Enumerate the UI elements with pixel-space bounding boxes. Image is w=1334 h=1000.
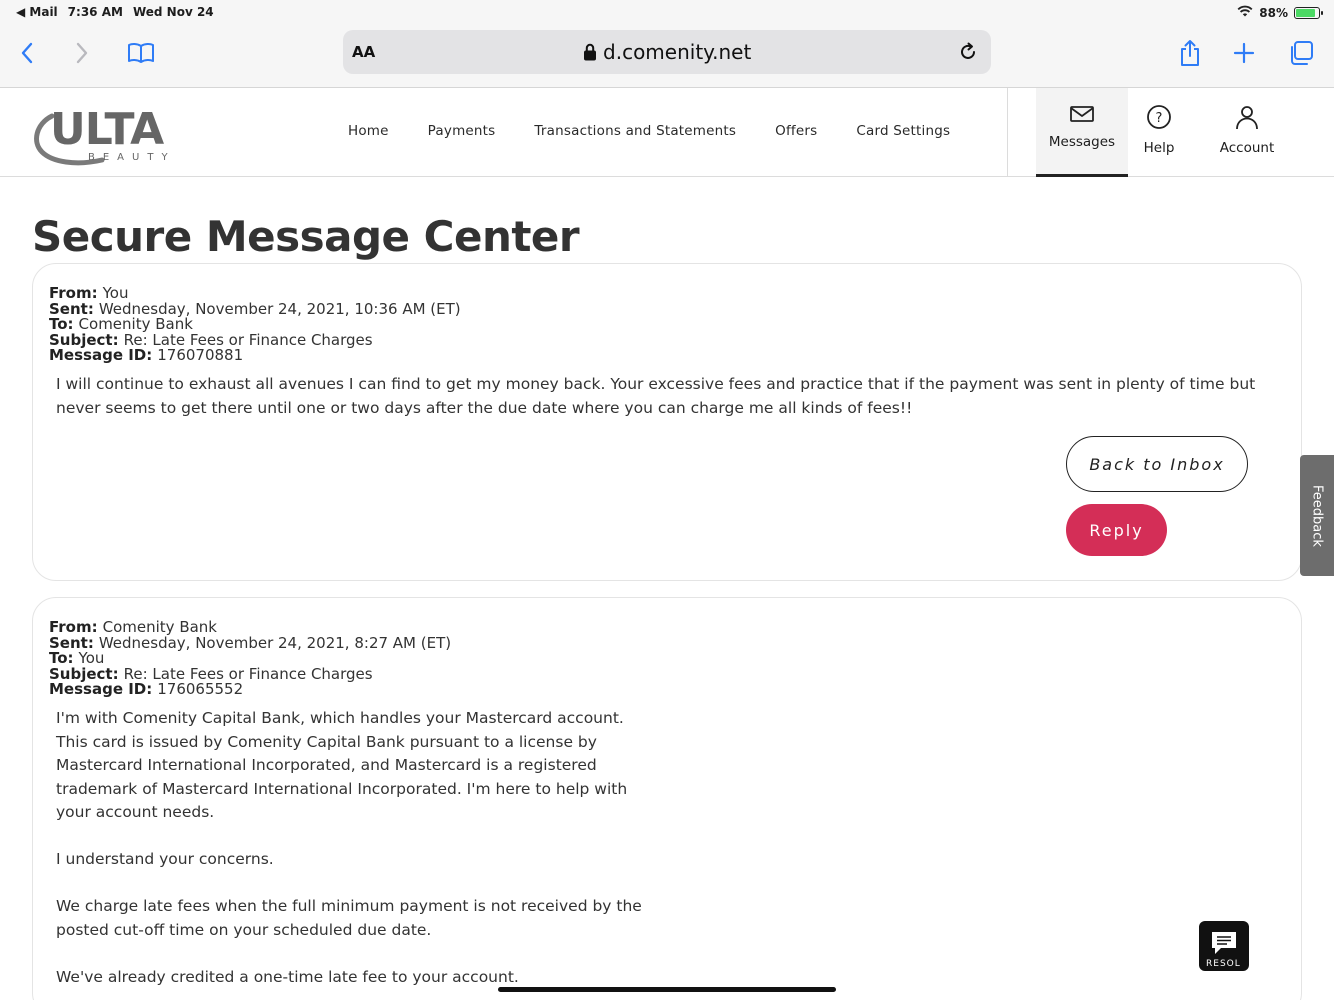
messages-label: Messages	[1048, 134, 1116, 150]
nav-transactions-statements[interactable]: Transactions and Statements	[534, 123, 736, 139]
message-id-label: Message ID:	[49, 680, 153, 699]
feedback-label: Feedback	[1309, 484, 1325, 547]
message-card: From: You Sent: Wednesday, November 24, 20…	[32, 263, 1302, 581]
chat-widget-label: RESOL	[1206, 959, 1241, 969]
nav-card-settings[interactable]: Card Settings	[856, 123, 950, 139]
main-navigation: Home Payments Transactions and Statement…	[348, 123, 989, 139]
chat-widget-button[interactable]: RESOL	[1199, 921, 1249, 971]
message-card: From: Comenity Bank Sent: Wednesday, Novem…	[32, 597, 1302, 1000]
nav-account[interactable]: Account	[1190, 88, 1304, 177]
status-right: 88%	[1237, 5, 1323, 20]
site-header: ULTA BEAUTY Home Payments Transactions a…	[0, 88, 1334, 177]
back-to-inbox-button[interactable]: Back to Inbox	[1066, 436, 1248, 492]
chat-bubble-icon	[1209, 930, 1239, 960]
status-time: 7:36 AM	[67, 5, 123, 19]
ulta-logo[interactable]: ULTA BEAUTY	[30, 98, 180, 172]
lock-icon	[583, 40, 603, 64]
message-id: 176065552	[157, 680, 244, 699]
feedback-tab[interactable]: Feedback	[1300, 455, 1334, 576]
utility-navigation: Messages ? Help Account	[1036, 88, 1304, 177]
nav-payments[interactable]: Payments	[428, 123, 496, 139]
reply-button[interactable]: Reply	[1066, 504, 1167, 556]
bookmarks-icon[interactable]	[126, 38, 156, 68]
account-label: Account	[1219, 140, 1275, 156]
nav-offers[interactable]: Offers	[775, 123, 817, 139]
svg-text:?: ?	[1156, 111, 1163, 126]
back-to-app-link[interactable]: ◀ Mail	[16, 5, 58, 19]
status-left: ◀ Mail 7:36 AM Wed Nov 24	[16, 5, 214, 19]
nav-help[interactable]: ? Help	[1128, 88, 1190, 177]
envelope-icon	[1069, 104, 1095, 128]
message-paragraph: I understand your concerns.	[56, 850, 274, 868]
message-body: I will continue to exhaust all avenues I…	[56, 375, 1256, 417]
nav-messages[interactable]: Messages	[1036, 88, 1128, 177]
message-id: 176070881	[157, 346, 244, 365]
back-arrow-icon[interactable]	[12, 38, 42, 68]
message-body: I'm with Comenity Capital Bank, which ha…	[56, 707, 656, 1000]
url-text: d.comenity.net	[603, 40, 752, 64]
header-divider	[1007, 88, 1008, 177]
logo-subtext: BEAUTY	[88, 152, 176, 163]
home-indicator[interactable]	[498, 987, 836, 992]
tabs-overview-icon[interactable]	[1286, 38, 1316, 68]
battery-percent: 88%	[1259, 5, 1288, 20]
browser-toolbar: AA d.comenity.net	[0, 24, 1334, 88]
message-meta: From: Comenity Bank Sent: Wednesday, Novem…	[49, 619, 452, 699]
user-icon	[1234, 104, 1260, 134]
new-tab-icon[interactable]	[1229, 38, 1259, 68]
help-icon: ?	[1146, 104, 1172, 134]
message-id-label: Message ID:	[49, 346, 153, 365]
wifi-icon	[1237, 5, 1253, 20]
nav-home[interactable]: Home	[348, 123, 389, 139]
battery-icon	[1294, 6, 1323, 19]
message-meta: From: You Sent: Wednesday, November 24, 20…	[49, 285, 461, 365]
message-sent: Wednesday, November 24, 2021, 8:27 AM (E…	[98, 633, 452, 652]
forward-arrow-icon[interactable]	[67, 38, 97, 68]
reload-icon[interactable]	[957, 41, 979, 63]
status-date: Wed Nov 24	[132, 5, 214, 19]
message-paragraph: I'm with Comenity Capital Bank, which ha…	[56, 709, 628, 821]
message-paragraph: We charge late fees when the full minimu…	[56, 897, 642, 939]
page-title: Secure Message Center	[32, 212, 580, 261]
share-icon[interactable]	[1175, 38, 1205, 68]
logo-text: ULTA	[50, 104, 164, 155]
message-paragraph: We've already credited a one-time late f…	[56, 967, 519, 986]
status-bar: ◀ Mail 7:36 AM Wed Nov 24 88%	[0, 0, 1334, 24]
help-label: Help	[1143, 140, 1175, 156]
address-bar[interactable]: AA d.comenity.net	[343, 30, 991, 74]
url-display[interactable]: d.comenity.net	[343, 40, 991, 64]
